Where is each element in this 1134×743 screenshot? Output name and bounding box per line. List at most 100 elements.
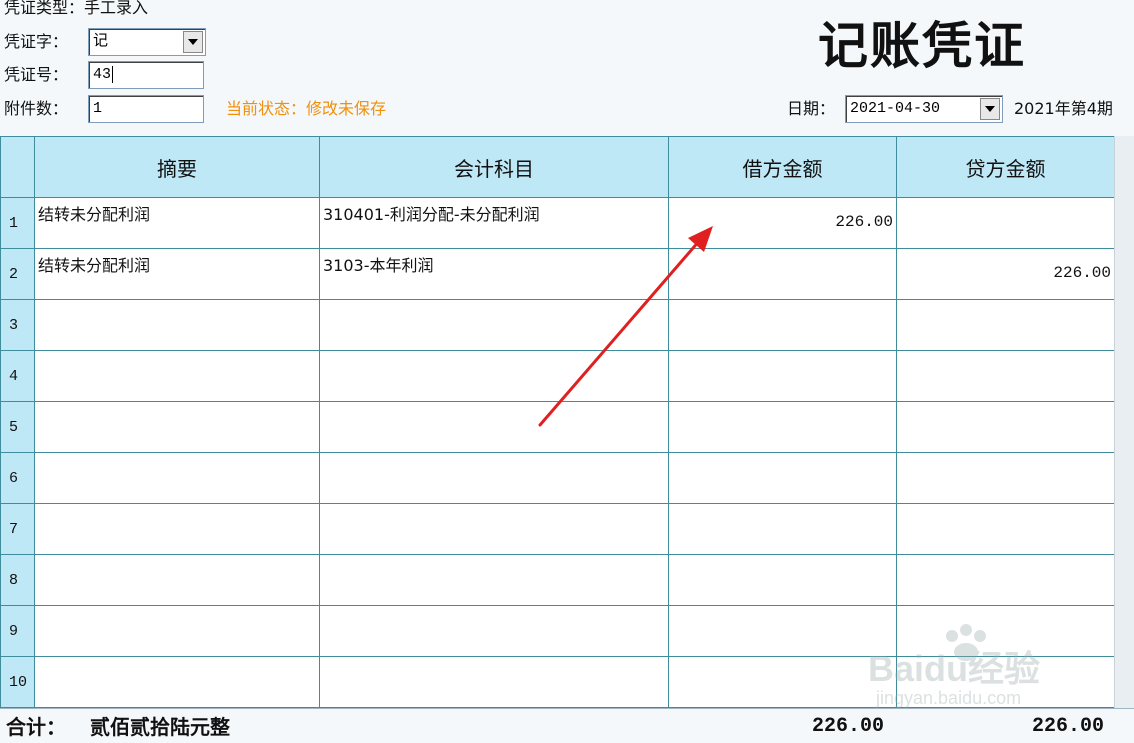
voucher-word-label: 凭证字：: [4, 32, 69, 51]
table-header-row: 摘要 会计科目 借方金额 贷方金额: [0, 136, 1115, 198]
credit-cell[interactable]: [896, 350, 1115, 402]
account-cell[interactable]: 3103-本年利润: [319, 248, 669, 300]
debit-cell[interactable]: 226.00: [668, 197, 897, 249]
row-number: 5: [0, 401, 35, 453]
text-cursor: [112, 66, 114, 83]
account-cell[interactable]: [319, 401, 669, 453]
watermark-url: jingyan.baidu.com: [876, 688, 1022, 708]
account-cell[interactable]: [319, 605, 669, 657]
table-row: 5: [0, 401, 1115, 453]
column-header-account[interactable]: 会计科目: [319, 136, 669, 198]
column-header-summary[interactable]: 摘要: [34, 136, 320, 198]
total-credit: 226.00: [1032, 715, 1105, 738]
watermark-brand: Baidu经验: [868, 648, 1041, 689]
row-number: 4: [0, 350, 35, 402]
credit-cell[interactable]: [896, 554, 1115, 606]
date-value: 2021-04-30: [850, 100, 941, 117]
summary-cell[interactable]: [34, 554, 320, 606]
account-cell[interactable]: [319, 554, 669, 606]
row-number: 10: [0, 656, 35, 708]
account-cell[interactable]: 310401-利润分配-未分配利润: [319, 197, 669, 249]
account-cell[interactable]: [319, 503, 669, 555]
credit-amount: 226.00: [1053, 264, 1111, 282]
debit-cell[interactable]: [668, 248, 897, 300]
table-row: 7: [0, 503, 1115, 555]
debit-cell[interactable]: [668, 554, 897, 606]
summary-cell[interactable]: [34, 299, 320, 351]
credit-cell[interactable]: [896, 452, 1115, 504]
credit-cell[interactable]: [896, 401, 1115, 453]
credit-cell[interactable]: 226.00: [896, 248, 1115, 300]
row-number: 1: [0, 197, 35, 249]
attachments-input[interactable]: 1: [88, 95, 204, 123]
account-cell[interactable]: [319, 299, 669, 351]
summary-cell[interactable]: [34, 401, 320, 453]
debit-cell[interactable]: [668, 452, 897, 504]
vertical-scrollbar[interactable]: [1114, 136, 1134, 708]
row-number: 6: [0, 452, 35, 504]
summary-cell[interactable]: [34, 350, 320, 402]
debit-cell[interactable]: [668, 605, 897, 657]
account-cell[interactable]: [319, 656, 669, 708]
account-text: 310401-利润分配-未分配利润: [323, 205, 540, 224]
voucher-type-value: 手工录入: [84, 0, 149, 17]
summary-text: 结转未分配利润: [38, 205, 151, 224]
credit-amount: [897, 198, 1114, 213]
summary-cell[interactable]: 结转未分配利润: [34, 197, 320, 249]
chevron-down-icon[interactable]: [183, 31, 203, 53]
voucher-word-value: 记: [93, 33, 109, 50]
debit-cell[interactable]: [668, 503, 897, 555]
debit-cell[interactable]: [668, 656, 897, 708]
totals-bar: 合计： 贰佰贰拾陆元整 226.00 226.00: [0, 708, 1134, 743]
summary-cell[interactable]: 结转未分配利润: [34, 248, 320, 300]
page-title: 记账凭证: [818, 16, 1026, 75]
debit-cell[interactable]: [668, 299, 897, 351]
debit-amount: [669, 249, 896, 264]
voucher-type-label: 凭证类型：: [4, 0, 85, 17]
date-label: 日期：: [787, 99, 836, 118]
debit-cell[interactable]: [668, 350, 897, 402]
row-number: 7: [0, 503, 35, 555]
summary-cell[interactable]: [34, 605, 320, 657]
chevron-down-icon[interactable]: [980, 98, 1000, 120]
summary-cell[interactable]: [34, 452, 320, 504]
voucher-no-value: 43: [93, 66, 112, 83]
row-number-header: [0, 136, 35, 198]
voucher-word-select[interactable]: 记: [88, 28, 206, 56]
summary-cell[interactable]: [34, 503, 320, 555]
table-row: 3: [0, 299, 1115, 351]
voucher-no-label: 凭证号：: [4, 65, 69, 84]
baidu-watermark: Baidu经验 jingyan.baidu.com: [868, 622, 1078, 712]
table-row: 4: [0, 350, 1115, 402]
table-row: 2 结转未分配利润 3103-本年利润 226.00: [0, 248, 1115, 300]
summary-text: 结转未分配利润: [38, 256, 151, 275]
credit-cell[interactable]: [896, 299, 1115, 351]
debit-amount: 226.00: [835, 213, 893, 231]
row-number: 8: [0, 554, 35, 606]
column-header-credit[interactable]: 贷方金额: [896, 136, 1115, 198]
total-label: 合计：: [6, 715, 66, 739]
row-number: 3: [0, 299, 35, 351]
credit-cell[interactable]: [896, 503, 1115, 555]
debit-cell[interactable]: [668, 401, 897, 453]
table-row: 6: [0, 452, 1115, 504]
period-text: 2021年第4期: [1014, 99, 1113, 118]
column-header-debit[interactable]: 借方金额: [668, 136, 897, 198]
table-row: 1 结转未分配利润 310401-利润分配-未分配利润 226.00: [0, 197, 1115, 249]
status-text: 当前状态：修改未保存: [226, 99, 387, 118]
voucher-type-row: 凭证类型：手工录入: [4, 0, 148, 18]
account-text: 3103-本年利润: [323, 256, 434, 275]
row-number: 2: [0, 248, 35, 300]
voucher-header: 凭证类型：手工录入 凭证字： 记 凭证号： 43 附件数： 1 当前状态：修改未…: [0, 0, 1134, 136]
attachments-value: 1: [93, 100, 103, 117]
voucher-no-input[interactable]: 43: [88, 61, 204, 89]
account-cell[interactable]: [319, 452, 669, 504]
account-cell[interactable]: [319, 350, 669, 402]
total-amount-words: 贰佰贰拾陆元整: [90, 715, 230, 739]
credit-cell[interactable]: [896, 197, 1115, 249]
attachments-label: 附件数：: [4, 99, 69, 118]
summary-cell[interactable]: [34, 656, 320, 708]
date-picker[interactable]: 2021-04-30: [845, 95, 1003, 123]
row-number: 9: [0, 605, 35, 657]
table-row: 8: [0, 554, 1115, 606]
